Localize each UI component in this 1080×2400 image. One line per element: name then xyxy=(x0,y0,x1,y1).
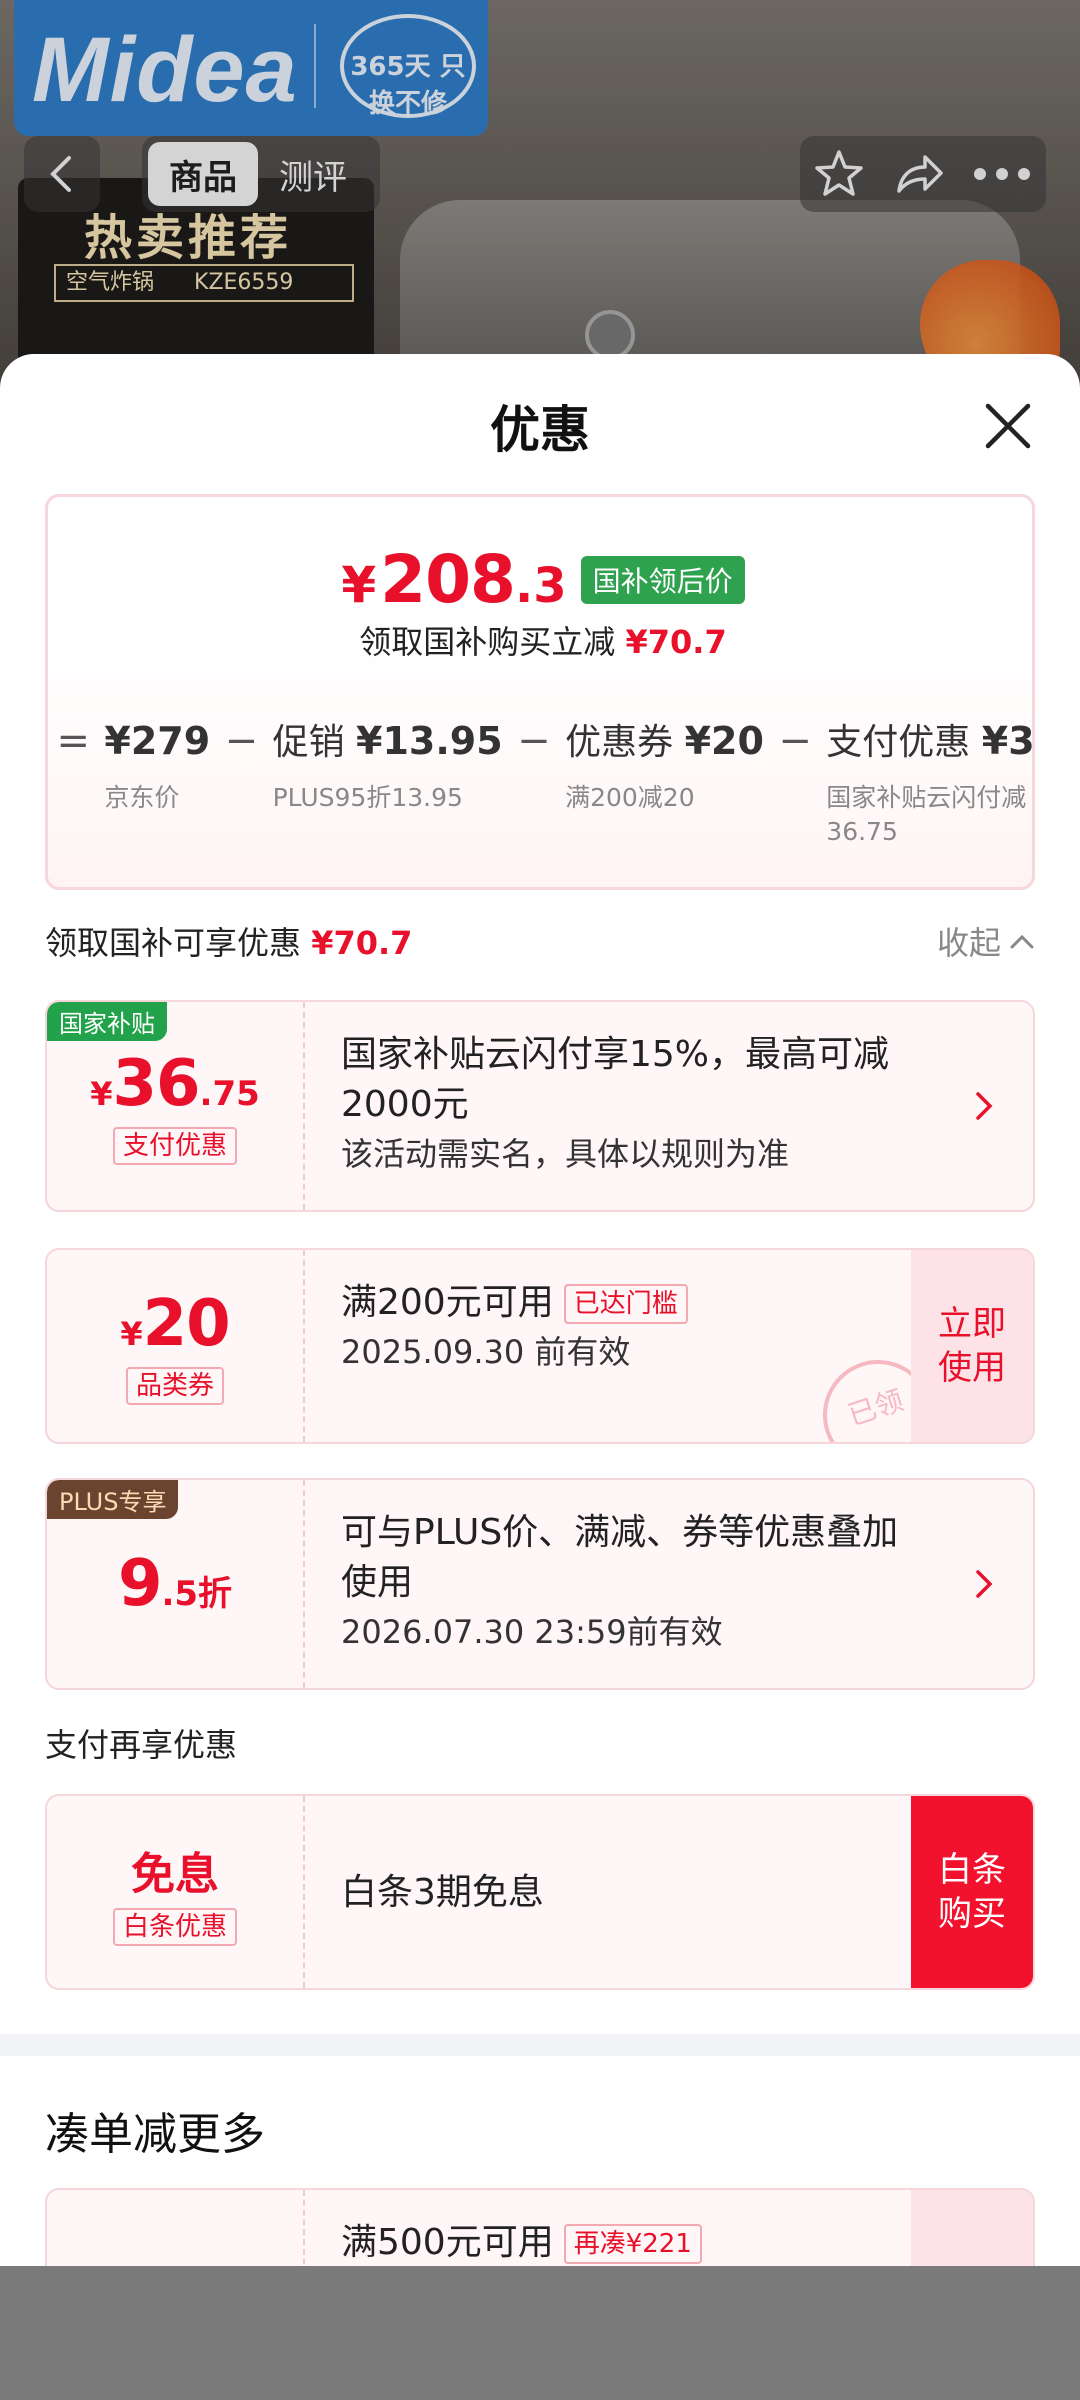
coupon-kind: 白条优惠 xyxy=(112,1908,237,1946)
close-icon[interactable] xyxy=(980,398,1036,454)
final-price: ¥ 208 .3 国补领后价 xyxy=(48,541,1032,618)
coupon-gov-subsidy[interactable]: ¥ 36 .75 支付优惠 国家补贴 国家补贴云闪付享15%，最高可减2000元… xyxy=(45,1000,1035,1212)
coupon-plus[interactable]: 9 .5折 PLUS专享 可与PLUS价、满减、券等优惠叠加使用 2026.07… xyxy=(45,1478,1035,1690)
breakdown-item-coupon: 优惠券 ¥20 满200减20 xyxy=(559,717,770,815)
coupon-ribbon: 国家补贴 xyxy=(47,1002,167,1041)
section-title: 凑单减更多 xyxy=(45,2109,265,2160)
price-currency: ¥ xyxy=(341,556,377,614)
coupon-baitiao: 免息 白条优惠 白条3期免息 白条购买 xyxy=(45,1794,1035,1990)
threshold-badge: 已达门槛 xyxy=(563,1284,688,1324)
price-breakdown: = ¥279 京东价 − 促销 ¥13.95 PLUS95折13.95 − 优惠… xyxy=(48,717,1035,849)
breakdown-label: 满200减20 xyxy=(565,783,695,812)
threshold-badge: 再凑¥221 xyxy=(563,2224,702,2264)
coupon-category: ¥ 20 品类券 满200元可用 已达门槛 2025.09.30 前有效 已领 立… xyxy=(45,1248,1035,1444)
breakdown-item-list-price: ¥279 京东价 xyxy=(98,717,216,815)
section-amount: ¥70.7 xyxy=(311,924,413,962)
sheet-title: 优惠 xyxy=(490,401,590,459)
op-minus: − xyxy=(224,718,259,764)
price-decimal: .3 xyxy=(514,558,567,614)
collapse-toggle[interactable]: 收起 xyxy=(937,918,1035,964)
price-summary-card: ¥ 208 .3 国补领后价 领取国补购买立减 ¥70.7 = ¥279 京东价… xyxy=(45,494,1035,890)
breakdown-label: PLUS95折13.95 xyxy=(272,783,463,812)
coupon-value: 免息 白条优惠 xyxy=(47,1796,305,1988)
chevron-up-icon xyxy=(1010,934,1034,949)
op-minus: − xyxy=(778,718,812,764)
price-integer: 208 xyxy=(380,541,516,618)
breakdown-label: 国家补贴云闪付减 36.75 xyxy=(826,783,1027,846)
baitiao-buy-button[interactable]: 白条购买 xyxy=(911,1796,1033,1988)
price-subtitle: 领取国补购买立减 ¥70.7 xyxy=(48,617,1032,663)
breakdown-amount: 促销 ¥13.95 xyxy=(272,719,503,763)
section-gov-subsidy-header: 领取国补可享优惠 ¥70.7 收起 xyxy=(45,918,1035,964)
coupon-ribbon: PLUS专享 xyxy=(47,1480,179,1519)
section-divider xyxy=(0,2034,1080,2056)
coupon-value: ¥ 20 品类券 xyxy=(47,1250,305,1442)
coupon-description: 白条3期免息 xyxy=(341,1872,544,1913)
coupon-description: 可与PLUS价、满减、券等优惠叠加使用 2026.07.30 23:59前有效 xyxy=(341,1512,899,1651)
chevron-right-icon xyxy=(976,1570,993,1598)
bottom-overlay xyxy=(0,2266,1080,2400)
breakdown-item-payment: 支付优惠 ¥36.7 国家补贴云闪付减36.75 xyxy=(820,717,1035,849)
op-equals: = xyxy=(56,718,90,764)
chevron-right-icon xyxy=(976,1092,993,1120)
section-title: 领取国补可享优惠 ¥70.7 xyxy=(45,924,413,962)
price-tag: 国补领后价 xyxy=(580,555,745,604)
use-now-button[interactable]: 立即使用 xyxy=(911,1250,1033,1442)
discount-sheet: 优惠 ¥ 208 .3 国补领后价 领取国补购买立减 ¥70.7 = ¥279 … xyxy=(0,354,1080,2400)
breakdown-amount: 优惠券 ¥20 xyxy=(565,719,764,763)
breakdown-amount: 支付优惠 ¥36.7 xyxy=(826,719,1035,763)
section-title: 支付再享优惠 xyxy=(45,1726,238,1764)
op-minus: − xyxy=(517,718,551,764)
breakdown-item-promotion: 促销 ¥13.95 PLUS95折13.95 xyxy=(267,717,509,815)
subtitle-text: 领取国补购买立减 xyxy=(359,623,616,661)
subtitle-amount: ¥70.7 xyxy=(625,623,727,661)
breakdown-label: 京东价 xyxy=(104,783,180,812)
coupon-kind: 品类券 xyxy=(125,1367,224,1405)
section-payment-header: 支付再享优惠 xyxy=(45,1720,1035,1766)
coupon-kind: 支付优惠 xyxy=(112,1127,237,1165)
breakdown-amount: ¥279 xyxy=(104,719,211,763)
coupon-description: 满500元可用 再凑¥221 xyxy=(341,2218,933,2268)
coupon-description: 国家补贴云闪付享15%，最高可减2000元 该活动需实名，具体以规则为准 xyxy=(341,1034,890,1173)
coupon-description: 满200元可用 已达门槛 2025.09.30 前有效 xyxy=(341,1278,933,1374)
background-dim xyxy=(0,0,1080,400)
